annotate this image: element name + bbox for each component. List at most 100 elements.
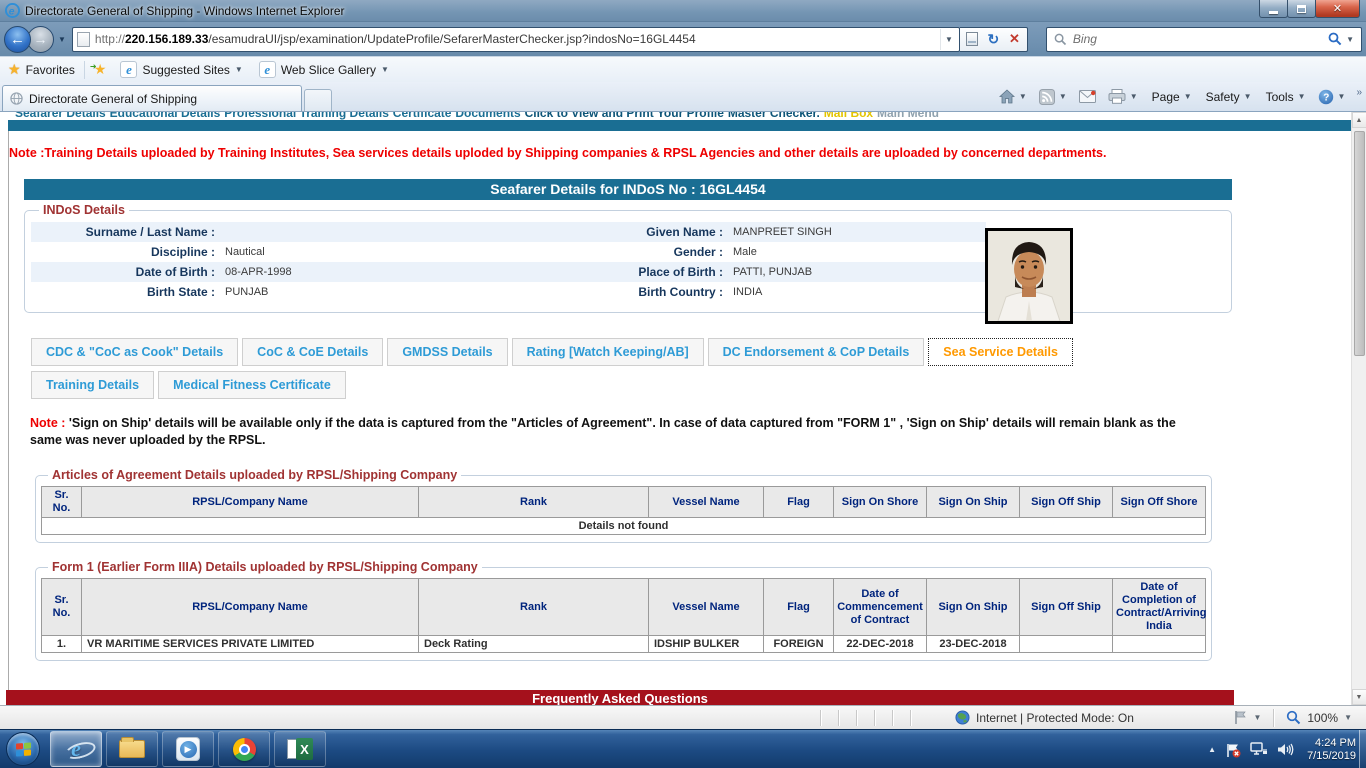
cell-company: VR MARITIME SERVICES PRIVATE LIMITED (82, 636, 419, 653)
overflow-chevron-icon[interactable]: » (1352, 87, 1362, 106)
cell-sign-on-ship: 23-DEC-2018 (927, 636, 1020, 653)
tab-cdc-coc-as-cook-details[interactable]: CDC & "CoC as Cook" Details (31, 338, 238, 366)
tab-coc-coe-details[interactable]: CoC & CoE Details (242, 338, 383, 366)
column-header: Sr. No. (42, 579, 82, 636)
scroll-up-button[interactable]: ▲ (1352, 112, 1366, 128)
page-viewport: Seafarer Details Educational Details Pro… (0, 112, 1366, 705)
taskbar: e ▶ X ▲ 4:24 PM 7/15/2019 (0, 729, 1366, 768)
back-button[interactable]: ← (4, 26, 31, 53)
faq-bar[interactable]: Frequently Asked Questions (6, 690, 1234, 705)
note-text: 'Sign on Ship' details will be available… (30, 416, 1176, 447)
mail-icon (1079, 90, 1096, 103)
privacy-flag-icon[interactable] (1234, 710, 1247, 725)
zoom-dropdown-icon[interactable]: ▼ (1344, 713, 1352, 722)
menu-item-seafarer-details[interactable]: Seafarer Details (15, 112, 106, 120)
tab-bar: Directorate General of Shipping ▼ ▼ ▼ Pa… (0, 82, 1366, 112)
tab-training-details[interactable]: Training Details (31, 371, 154, 399)
column-header: Sign On Shore (834, 487, 927, 518)
url-text[interactable]: http://220.156.189.33/esamudraUI/jsp/exa… (95, 32, 940, 46)
svg-text:e: e (9, 6, 15, 17)
cell-vessel: IDSHIP BULKER (649, 636, 764, 653)
maximize-button[interactable] (1287, 0, 1316, 18)
taskbar-excel[interactable]: X (274, 731, 326, 767)
taskbar-chrome[interactable] (218, 731, 270, 767)
field-label: Birth State : (31, 285, 223, 299)
web-slice-gallery-button[interactable]: Web Slice Gallery (281, 63, 376, 77)
close-button[interactable]: ✕ (1315, 0, 1360, 18)
seafarer-photo (985, 228, 1073, 324)
volume-icon[interactable] (1277, 742, 1294, 757)
tray-expand-icon[interactable]: ▲ (1208, 745, 1216, 754)
zoom-level[interactable]: 100% (1307, 711, 1338, 725)
seafarer-details-header: Seafarer Details for INDoS No : 16GL4454 (24, 179, 1232, 200)
chevron-down-icon[interactable]: ▼ (381, 65, 389, 74)
indos-row: Date of Birth : 08-APR-1998 Place of Bir… (31, 262, 986, 282)
action-center-icon[interactable] (1225, 742, 1241, 758)
menu-item-master-checker[interactable]: Master Checker. (728, 112, 820, 120)
compatibility-view-button[interactable] (962, 29, 983, 50)
tab-medical-fitness-certificate[interactable]: Medical Fitness Certificate (158, 371, 346, 399)
menu-item-certificate[interactable]: Certificate (393, 112, 452, 120)
form1-legend: Form 1 (Earlier Form IIIA) Details uploa… (48, 560, 482, 574)
tab-dc-endorsement-cop-details[interactable]: DC Endorsement & CoP Details (708, 338, 925, 366)
rss-icon (1039, 89, 1055, 105)
field-label: Birth Country : (583, 285, 731, 299)
home-button[interactable]: ▼ (994, 85, 1032, 109)
read-mail-button[interactable] (1074, 85, 1101, 109)
tab-rating-watch-keeping-ab[interactable]: Rating [Watch Keeping/AB] (512, 338, 704, 366)
safety-menu-button[interactable]: Safety▼ (1199, 85, 1257, 109)
chevron-down-icon[interactable]: ▼ (1253, 713, 1261, 722)
menu-item-mail-box[interactable]: Mail Box (824, 112, 873, 120)
column-header: Flag (764, 487, 834, 518)
help-button[interactable]: ? ▼ (1313, 85, 1351, 109)
search-placeholder: Bing (1073, 32, 1328, 46)
suggested-sites-button[interactable]: Suggested Sites (142, 63, 229, 77)
show-desktop-button[interactable] (1359, 730, 1366, 768)
search-go-icon[interactable] (1328, 32, 1342, 46)
tab-sea-service-details[interactable]: Sea Service Details (928, 338, 1073, 366)
scroll-down-button[interactable]: ▼ (1352, 689, 1366, 705)
menu-item-view-print-profile[interactable]: Click to View and Print Your Profile (525, 112, 724, 120)
taskbar-internet-explorer[interactable]: e (50, 731, 102, 767)
page-menu-button[interactable]: Page▼ (1145, 85, 1197, 109)
minimize-button[interactable] (1259, 0, 1288, 18)
taskbar-clock[interactable]: 4:24 PM 7/15/2019 (1307, 737, 1356, 763)
tools-menu-button[interactable]: Tools▼ (1259, 85, 1311, 109)
site-menu-clipped: Seafarer Details Educational Details Pro… (9, 112, 1351, 120)
system-tray: ▲ 4:24 PM 7/15/2019 (1208, 730, 1356, 768)
stop-button[interactable]: ✕ (1004, 29, 1025, 50)
taskbar-windows-explorer[interactable] (106, 731, 158, 767)
history-dropdown-icon[interactable]: ▼ (58, 35, 66, 44)
menu-item-main-menu[interactable]: Main Menu (877, 112, 939, 120)
menu-item-professional-training-details[interactable]: Professional Training Details (224, 112, 389, 120)
favorites-button[interactable]: Favorites (26, 63, 75, 77)
menu-item-educational-details[interactable]: Educational Details (110, 112, 221, 120)
new-tab-stub[interactable] (304, 89, 332, 111)
network-icon[interactable] (1250, 742, 1268, 757)
cell-sr-no: 1. (42, 636, 82, 653)
column-header: Sign Off Ship (1020, 487, 1113, 518)
search-input[interactable]: Bing ▼ (1046, 27, 1362, 52)
address-input[interactable]: http://220.156.189.33/esamudraUI/jsp/exa… (72, 27, 960, 52)
vertical-scrollbar[interactable]: ▲ ▼ (1351, 112, 1366, 705)
table-row: 1. VR MARITIME SERVICES PRIVATE LIMITED … (42, 636, 1206, 653)
chevron-down-icon[interactable]: ▼ (235, 65, 243, 74)
print-button[interactable]: ▼ (1103, 85, 1143, 109)
taskbar-media-player[interactable]: ▶ (162, 731, 214, 767)
start-button[interactable] (6, 732, 40, 766)
navigation-bar: ← → ▼ http://220.156.189.33/esamudraUI/j… (0, 22, 1366, 56)
feeds-button[interactable]: ▼ (1034, 85, 1072, 109)
add-to-favorites-icon[interactable]: ★ (94, 61, 107, 78)
field-value: MANPREET SINGH (731, 226, 986, 238)
scrollbar-thumb[interactable] (1354, 131, 1365, 356)
tab-directorate-general-of-shipping[interactable]: Directorate General of Shipping (2, 85, 302, 111)
cell-commencement-date: 22-DEC-2018 (834, 636, 927, 653)
tab-gmdss-details[interactable]: GMDSS Details (387, 338, 507, 366)
menu-item-documents[interactable]: Documents (455, 112, 520, 120)
url-dropdown-icon[interactable]: ▼ (940, 29, 957, 50)
web-page: Seafarer Details Educational Details Pro… (0, 112, 1351, 705)
search-dropdown-icon[interactable]: ▼ (1342, 35, 1358, 44)
field-label: Given Name : (583, 225, 731, 239)
refresh-button[interactable]: ↻ (983, 29, 1004, 50)
forward-button[interactable]: → (27, 26, 54, 53)
